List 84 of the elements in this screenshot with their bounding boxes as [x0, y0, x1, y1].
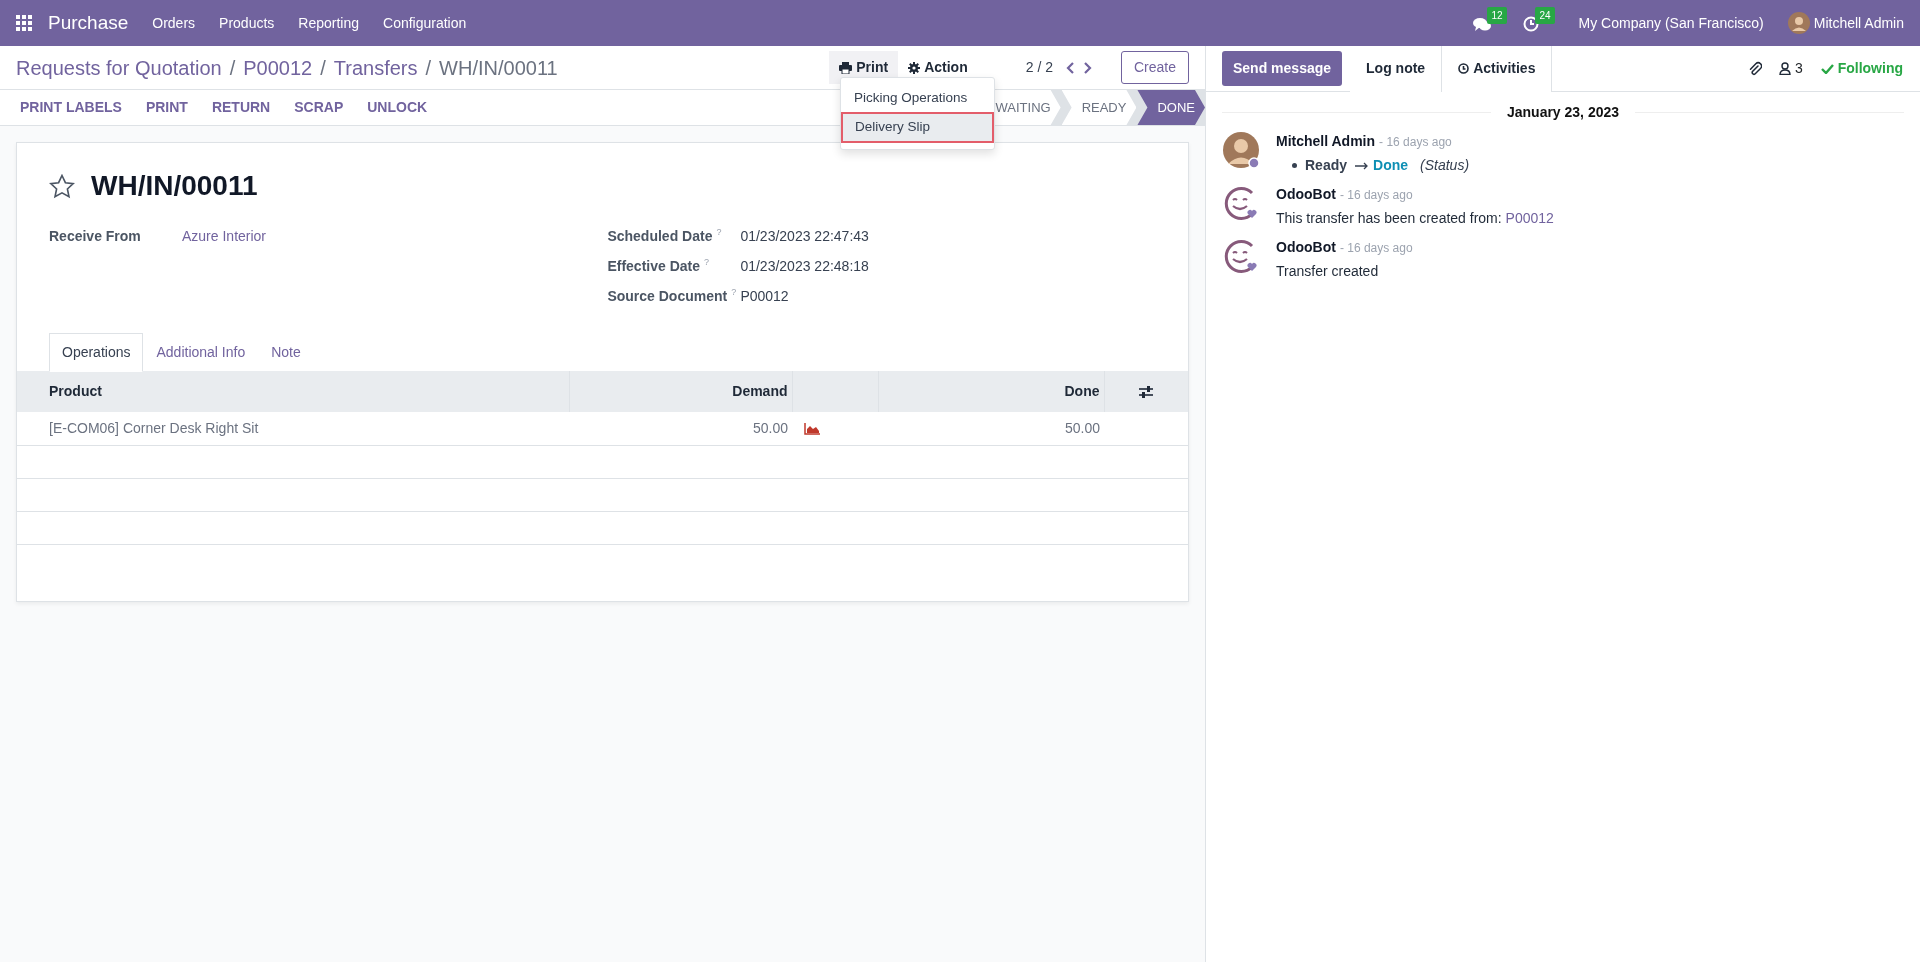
table-cell: 50.00: [878, 412, 1104, 445]
menu-item[interactable]: Configuration: [383, 12, 467, 34]
person-icon: [1778, 62, 1791, 75]
field-name: (Status): [1420, 156, 1470, 175]
field-label: Effective Date: [607, 256, 700, 276]
message-time: - 16 days ago: [1379, 135, 1452, 149]
following-button[interactable]: Following: [1819, 57, 1904, 80]
create-button[interactable]: Create: [1120, 51, 1189, 84]
help-mark[interactable]: ?: [704, 255, 709, 268]
star-icon[interactable]: [49, 173, 75, 199]
breadcrumb-separator: /: [229, 55, 236, 81]
next-icon[interactable]: [1082, 61, 1093, 74]
column-header: Product: [17, 371, 569, 412]
breadcrumb[interactable]: P00012: [243, 52, 313, 83]
field-link[interactable]: Azure Interior: [182, 225, 267, 247]
field-label: Source Document: [607, 286, 728, 306]
breadcrumb: WH/IN/00011: [439, 55, 558, 81]
clock-icon: [1458, 63, 1470, 74]
menu-item[interactable]: Orders: [152, 12, 196, 34]
message-count: 12: [1487, 6, 1507, 24]
previous-icon[interactable]: [1064, 61, 1075, 74]
followers-button[interactable]: 3: [1777, 57, 1804, 80]
action-button[interactable]: PRINT: [133, 97, 200, 118]
action-button[interactable]: UNLOCK: [355, 97, 440, 118]
paperclip-icon[interactable]: [1747, 60, 1762, 77]
apps-menu-icon[interactable]: [16, 15, 32, 31]
action-button[interactable]: PRINT LABELS: [8, 97, 134, 118]
table-cell: 50.00: [569, 412, 792, 445]
status-stage[interactable]: READY: [1061, 90, 1137, 125]
form-tab[interactable]: Additional Info: [143, 333, 259, 372]
smiley-icon: [1222, 184, 1260, 222]
avatar-icon[interactable]: [1787, 12, 1810, 34]
app-name[interactable]: Purchase: [48, 8, 129, 38]
status-stage[interactable]: DONE: [1137, 90, 1205, 125]
breadcrumb-separator: /: [425, 55, 432, 81]
activities-tab[interactable]: Activities: [1441, 45, 1553, 92]
breadcrumb[interactable]: Transfers: [333, 52, 418, 83]
message-author: OdooBot: [1276, 239, 1336, 255]
settings-sliders-icon[interactable]: [1139, 386, 1154, 399]
message-text: This transfer has been created from: P00012: [1276, 209, 1554, 228]
message-time: - 16 days ago: [1339, 188, 1413, 202]
action-button[interactable]: SCRAP: [282, 97, 356, 118]
action-button[interactable]: RETURN: [199, 97, 283, 118]
smiley-icon: [1222, 237, 1260, 275]
help-mark[interactable]: ?: [716, 225, 722, 238]
message-text: Transfer created: [1276, 262, 1380, 281]
column-header: Demand: [569, 371, 792, 412]
avatar-icon: [1222, 131, 1260, 169]
arrow-icon: [1355, 161, 1370, 170]
area-chart-icon[interactable]: [804, 423, 820, 436]
user-menu[interactable]: Mitchell Admin: [1813, 12, 1904, 34]
new-value: Done: [1373, 156, 1409, 175]
table-cell: [E-COM06] Corner Desk Right Sit: [17, 412, 569, 445]
printer-icon: [839, 61, 853, 74]
record-link[interactable]: P00012: [1505, 210, 1554, 226]
dropdown-item[interactable]: Picking Operations: [841, 84, 994, 113]
send-message-button[interactable]: Send message: [1222, 51, 1343, 86]
form-tab[interactable]: Operations: [49, 333, 144, 372]
company-switcher[interactable]: My Company (San Francisco): [1578, 12, 1764, 34]
gear-icon: [908, 61, 921, 74]
field-label: Receive From: [49, 226, 141, 246]
help-mark[interactable]: ?: [731, 285, 737, 298]
field-value: 01/23/2023 22:48:18: [740, 256, 869, 276]
menu-item[interactable]: Reporting: [298, 12, 360, 34]
message-author: Mitchell Admin: [1276, 133, 1376, 149]
menu-item[interactable]: Products: [219, 12, 275, 34]
breadcrumb[interactable]: Requests for Quotation: [16, 52, 222, 83]
clock-icon[interactable]: [1522, 15, 1539, 32]
field-value: P00012: [740, 286, 789, 306]
dropdown-item[interactable]: Delivery Slip: [841, 112, 994, 143]
message-author: OdooBot: [1276, 186, 1336, 202]
record-title: WH/IN/00011: [91, 169, 258, 203]
field-value: 01/23/2023 22:47:43: [740, 226, 869, 246]
form-tab[interactable]: Note: [258, 333, 314, 372]
message-time: - 16 days ago: [1339, 241, 1413, 255]
pager-value: 2 / 2: [1025, 58, 1053, 77]
column-header: Done: [878, 371, 1104, 412]
breadcrumb-separator: /: [320, 55, 326, 81]
activity-count: 24: [1535, 6, 1555, 24]
check-icon: [1820, 63, 1834, 74]
old-value: Ready: [1305, 156, 1348, 175]
field-label: Scheduled Date: [607, 226, 713, 246]
chat-icon[interactable]: [1472, 15, 1491, 32]
date-separator: January 23, 2023: [1506, 103, 1620, 122]
